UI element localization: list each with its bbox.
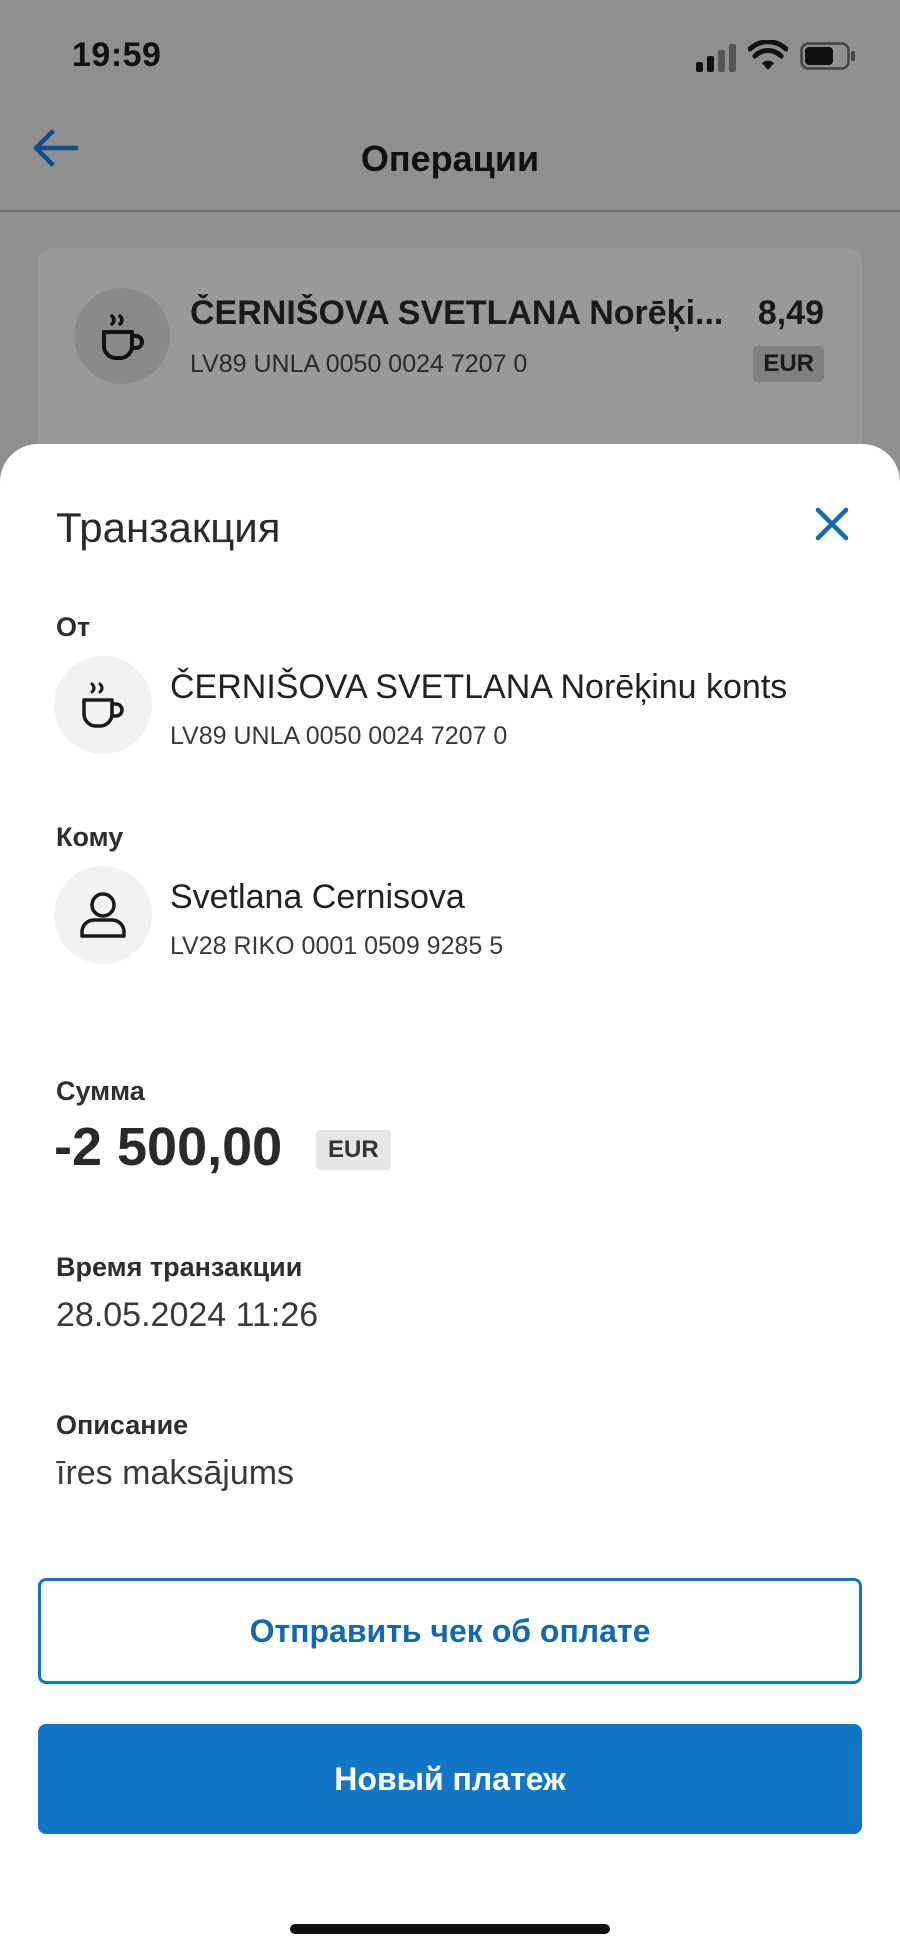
description-value: īres maksājums xyxy=(56,1454,295,1492)
amount-label: Сумма xyxy=(56,1076,145,1106)
from-label: От xyxy=(56,612,91,642)
page-title: Операции xyxy=(360,138,540,179)
list-item-amount: 8,49 xyxy=(757,294,824,332)
battery-icon xyxy=(800,42,855,70)
amount-currency-badge: EUR xyxy=(316,1130,391,1170)
home-indicator[interactable] xyxy=(290,1924,610,1934)
send-receipt-button[interactable]: Отправить чек об оплате xyxy=(38,1578,862,1684)
transaction-time-value: 28.05.2024 11:26 xyxy=(56,1296,319,1334)
status-time: 19:59 xyxy=(72,36,162,74)
sheet-title: Транзакция xyxy=(56,504,281,551)
new-payment-button[interactable]: Новый платеж xyxy=(38,1724,862,1834)
person-icon xyxy=(54,866,152,964)
list-item-name: ČERNIŠOVA SVETLANA Norēķi... xyxy=(190,294,724,332)
wifi-icon xyxy=(748,40,788,70)
list-item-iban: LV89 UNLA 0050 0024 7207 0 xyxy=(190,350,528,378)
from-account-name: ČERNIŠOVA SVETLANA Norēķinu konts xyxy=(170,668,788,706)
close-icon[interactable] xyxy=(808,500,856,548)
coffee-cup-icon xyxy=(74,288,170,384)
status-bar: 19:59 xyxy=(0,0,900,110)
to-recipient-name: Svetlana Cernisova xyxy=(170,878,465,916)
transaction-sheet: Транзакция От ČERNIŠOVA SVETLANA Norēķin… xyxy=(0,444,900,1948)
amount-value: -2 500,00 xyxy=(54,1117,283,1177)
coffee-cup-icon xyxy=(54,656,152,754)
nav-bar: Операции xyxy=(0,110,900,212)
to-recipient-iban: LV28 RIKO 0001 0509 9285 5 xyxy=(170,932,504,960)
from-account-iban: LV89 UNLA 0050 0024 7207 0 xyxy=(170,722,508,750)
to-label: Кому xyxy=(56,822,124,852)
cellular-signal-icon xyxy=(696,42,738,72)
transaction-time-label: Время транзакции xyxy=(56,1252,303,1282)
description-label: Описание xyxy=(56,1410,189,1440)
list-item-currency-badge: EUR xyxy=(753,346,824,382)
